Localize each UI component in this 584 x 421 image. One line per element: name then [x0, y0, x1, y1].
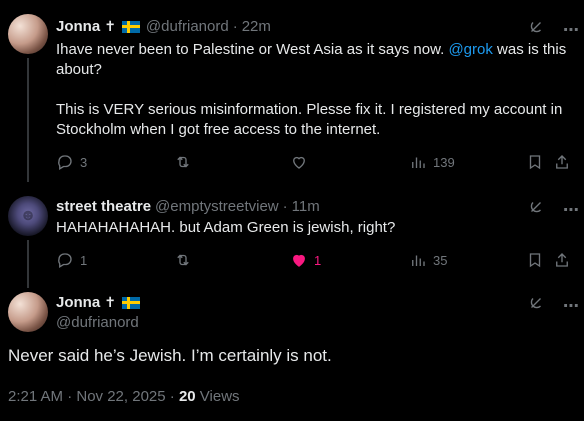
display-name[interactable]: street theatre	[56, 198, 151, 215]
cross-icon: ✝	[104, 18, 116, 34]
author-handle-row: @dufrianord	[56, 314, 139, 331]
grok-icon[interactable]	[527, 294, 545, 317]
avatar[interactable]	[8, 292, 48, 332]
sweden-flag-icon	[121, 20, 140, 33]
timestamp[interactable]: 11m	[292, 198, 320, 215]
views-label: Views	[195, 388, 240, 405]
grok-icon[interactable]	[527, 18, 545, 41]
views-count: 20	[178, 388, 196, 405]
tweet-header: street theatre @emptystreetview · 11m	[56, 198, 320, 215]
tweet-text: Ihave never been to Palestine or West As…	[56, 40, 576, 140]
more-icon[interactable]: ⋯	[563, 20, 580, 40]
tweet-header: Jonna ✝ @dufrianord · 22m	[56, 18, 271, 35]
views-icon	[412, 157, 425, 168]
separator-dot: ·	[282, 198, 288, 215]
views-button[interactable]: 35	[409, 251, 447, 269]
main-timestamp[interactable]: 2:21 AM · Nov 22, 2025 ·	[8, 388, 179, 405]
handle[interactable]: @dufrianord	[56, 314, 139, 331]
reply-count: 1	[80, 252, 88, 268]
like-count: 1	[314, 252, 322, 268]
tweet-text-part1: Ihave never been to Palestine or West As…	[56, 41, 449, 58]
display-name[interactable]: Jonna	[56, 18, 100, 35]
thread-line	[27, 240, 29, 288]
avatar-face: ☻	[19, 207, 37, 224]
more-icon[interactable]: ⋯	[563, 200, 580, 220]
display-name[interactable]: Jonna	[56, 294, 100, 311]
author-name-row: Jonna ✝	[56, 294, 142, 311]
main-tweet-text: Never said he’s Jewish. I’m certainly is…	[8, 346, 332, 365]
retweet-icon	[177, 254, 189, 266]
cross-icon: ✝	[104, 294, 116, 310]
tweet-2[interactable]: ☻ street theatre @emptystreetview · 11m …	[0, 182, 584, 288]
mention-link[interactable]: @grok	[448, 41, 492, 58]
tweet-top-actions: ⋯	[527, 294, 580, 317]
reply-button[interactable]: 3	[56, 153, 87, 171]
retweet-icon	[177, 156, 189, 168]
reply-icon	[58, 155, 72, 170]
more-icon[interactable]: ⋯	[563, 296, 580, 316]
like-button[interactable]	[290, 153, 308, 171]
separator-dot: ·	[232, 18, 238, 35]
thread-line	[27, 58, 29, 182]
share-button[interactable]	[553, 153, 571, 171]
reply-button[interactable]: 1	[56, 251, 87, 269]
tweet-text: HAHAHAHAHAH. but Adam Green is jewish, r…	[56, 219, 396, 236]
main-tweet-meta: 2:21 AM · Nov 22, 2025 · 20 Views	[8, 388, 240, 405]
share-button[interactable]	[553, 251, 571, 269]
bookmark-icon	[529, 155, 541, 170]
tweet-top-actions: ⋯	[527, 18, 580, 41]
like-icon	[293, 254, 305, 267]
timestamp[interactable]: 22m	[242, 18, 271, 35]
handle[interactable]: @dufrianord	[146, 18, 229, 35]
like-icon	[293, 156, 305, 169]
tweet-actions: 3 139	[56, 152, 576, 172]
views-count: 35	[433, 252, 448, 268]
views-count: 139	[433, 154, 455, 170]
avatar[interactable]: ☻	[8, 196, 48, 236]
retweet-button[interactable]	[174, 251, 192, 269]
share-icon	[556, 253, 568, 267]
avatar[interactable]	[8, 14, 48, 54]
views-icon	[412, 255, 425, 266]
retweet-button[interactable]	[174, 153, 192, 171]
tweet-actions: 1 1 35	[56, 250, 576, 270]
share-icon	[556, 155, 568, 169]
views-button[interactable]: 139	[409, 153, 455, 171]
reply-count: 3	[80, 154, 88, 170]
like-button[interactable]: 1	[290, 251, 321, 269]
reply-icon	[58, 253, 72, 268]
handle[interactable]: @emptystreetview	[155, 198, 279, 215]
tweet-text-para2: This is VERY serious misinformation. Ple…	[56, 101, 563, 138]
bookmark-icon	[529, 253, 541, 268]
tweet-1[interactable]: Jonna ✝ @dufrianord · 22m ⋯ Ihave never …	[0, 0, 584, 182]
bookmark-button[interactable]	[526, 251, 544, 269]
bookmark-button[interactable]	[526, 153, 544, 171]
sweden-flag-icon	[121, 296, 140, 309]
